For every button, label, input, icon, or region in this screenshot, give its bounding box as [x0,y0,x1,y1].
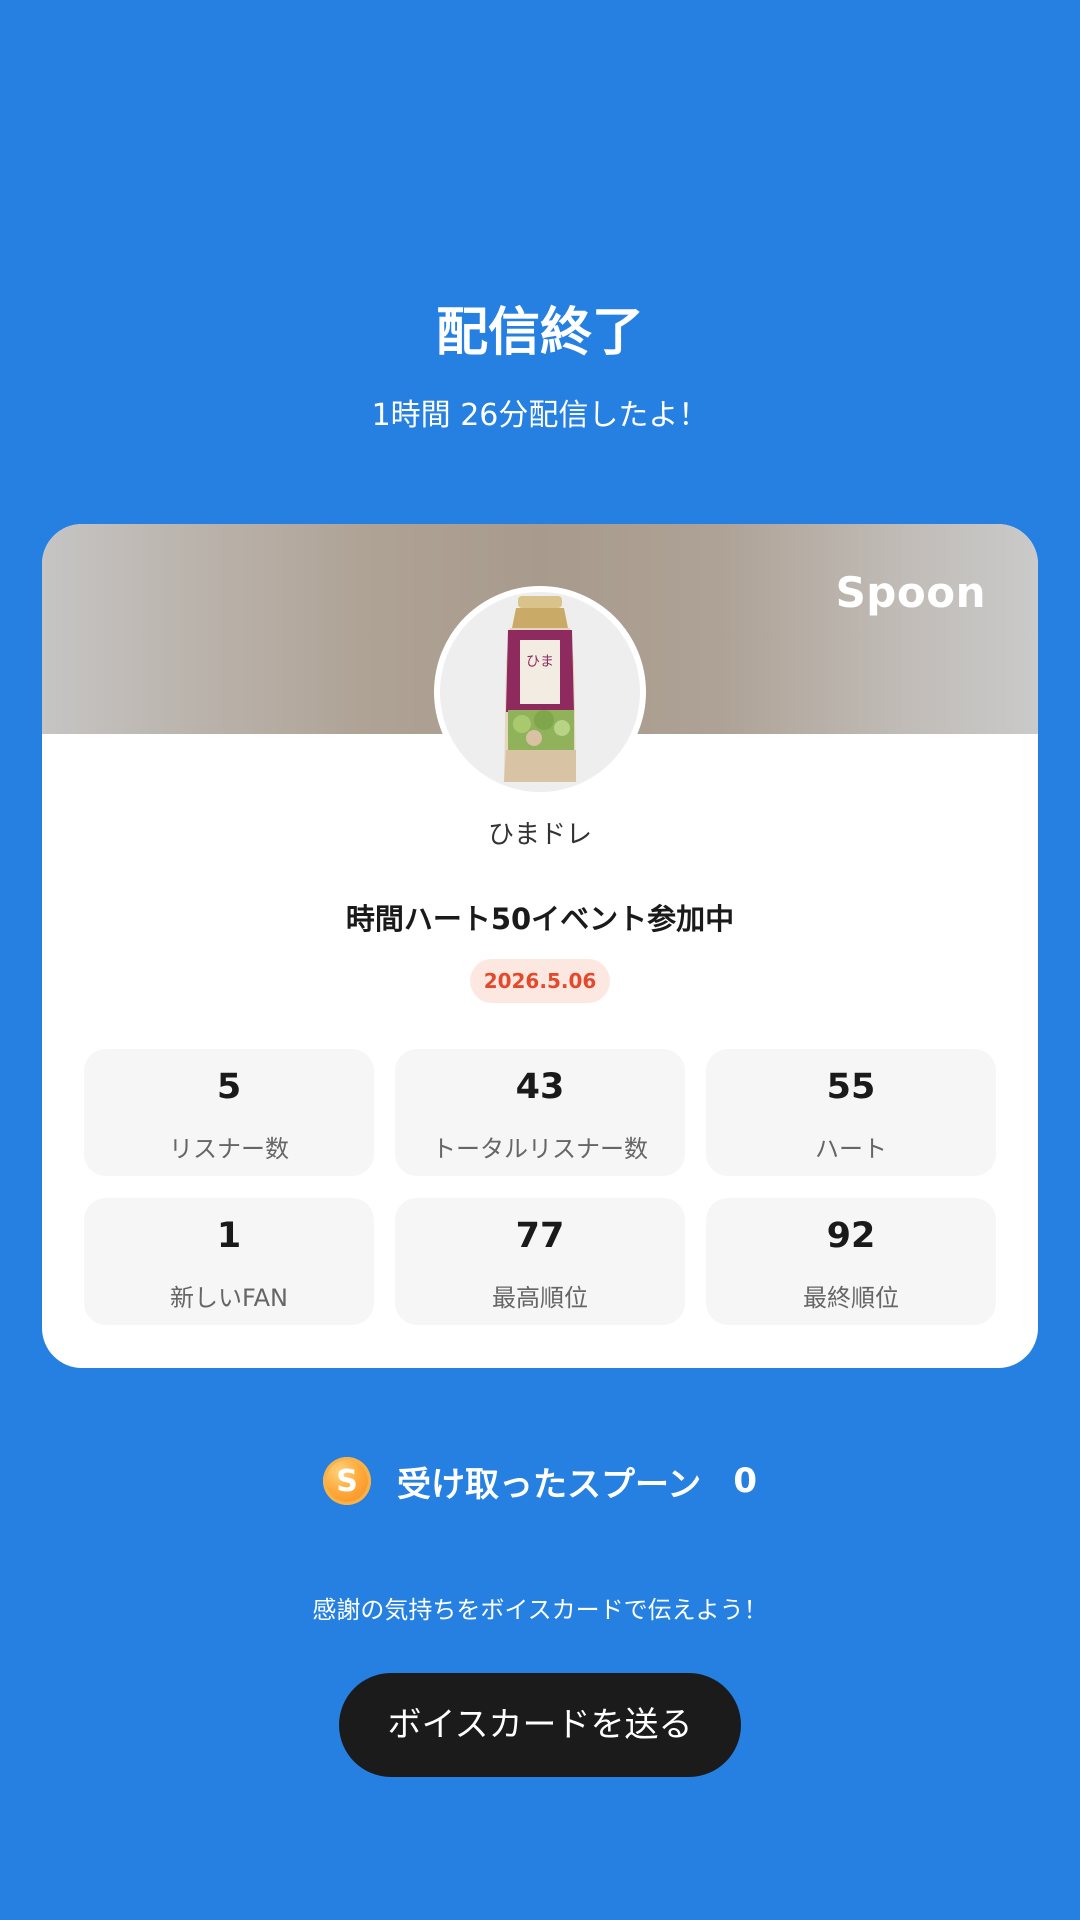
spoon-coin-icon: S [323,1457,371,1505]
event-title: 時間ハート50イベント参加中 [345,902,735,936]
received-spoons: S 受け取ったスプーン 0 [0,1456,1080,1506]
stat-value: 1 [216,1216,242,1256]
stat-hearts: 55 ハート [706,1049,996,1176]
stat-label: 最高順位 [492,1284,588,1312]
send-voice-card-button[interactable]: ボイスカードを送る [339,1673,741,1777]
stat-label: トータルリスナー数 [432,1135,648,1163]
stat-value: 55 [826,1067,876,1107]
stats-grid: 5 リスナー数 43 トータルリスナー数 55 ハート 1 新しいFAN 77 … [84,1049,996,1325]
stat-label: 最終順位 [803,1284,899,1312]
svg-text:ひま: ひま [526,654,554,670]
username: ひまドレ [487,820,592,850]
stat-label: ハート [815,1135,887,1163]
dressing-bottle-icon: ひま [504,596,576,782]
stat-value: 5 [216,1067,242,1107]
avatar-image: ひま [440,592,640,792]
stat-value: 77 [515,1216,565,1256]
stat-label: リスナー数 [169,1135,289,1163]
stat-value: 92 [826,1216,876,1256]
stat-new-fans: 1 新しいFAN [84,1198,374,1325]
spoon-logo: Spoon [835,568,986,617]
broadcast-duration: 1時間 26分配信したよ！ [371,398,709,433]
page-title: 配信終了 [435,303,644,363]
broadcast-summary-card: Spoon ひま ひまドレ 時間ハート50イベント参加中 2026.5.06 5… [42,524,1038,1368]
date-badge: 2026.5.06 [470,959,610,1003]
spoons-label: 受け取ったスプーン [397,1464,702,1505]
avatar[interactable]: ひま [434,586,646,798]
stat-listeners: 5 リスナー数 [84,1049,374,1176]
stat-final-rank: 92 最終順位 [706,1198,996,1325]
stat-label: 新しいFAN [170,1284,288,1312]
stat-value: 43 [515,1067,565,1107]
stat-total-listeners: 43 トータルリスナー数 [395,1049,685,1176]
stat-highest-rank: 77 最高順位 [395,1198,685,1325]
spoons-count: 0 [733,1461,757,1501]
voice-card-prompt: 感謝の気持ちをボイスカードで伝えよう！ [312,1596,768,1624]
